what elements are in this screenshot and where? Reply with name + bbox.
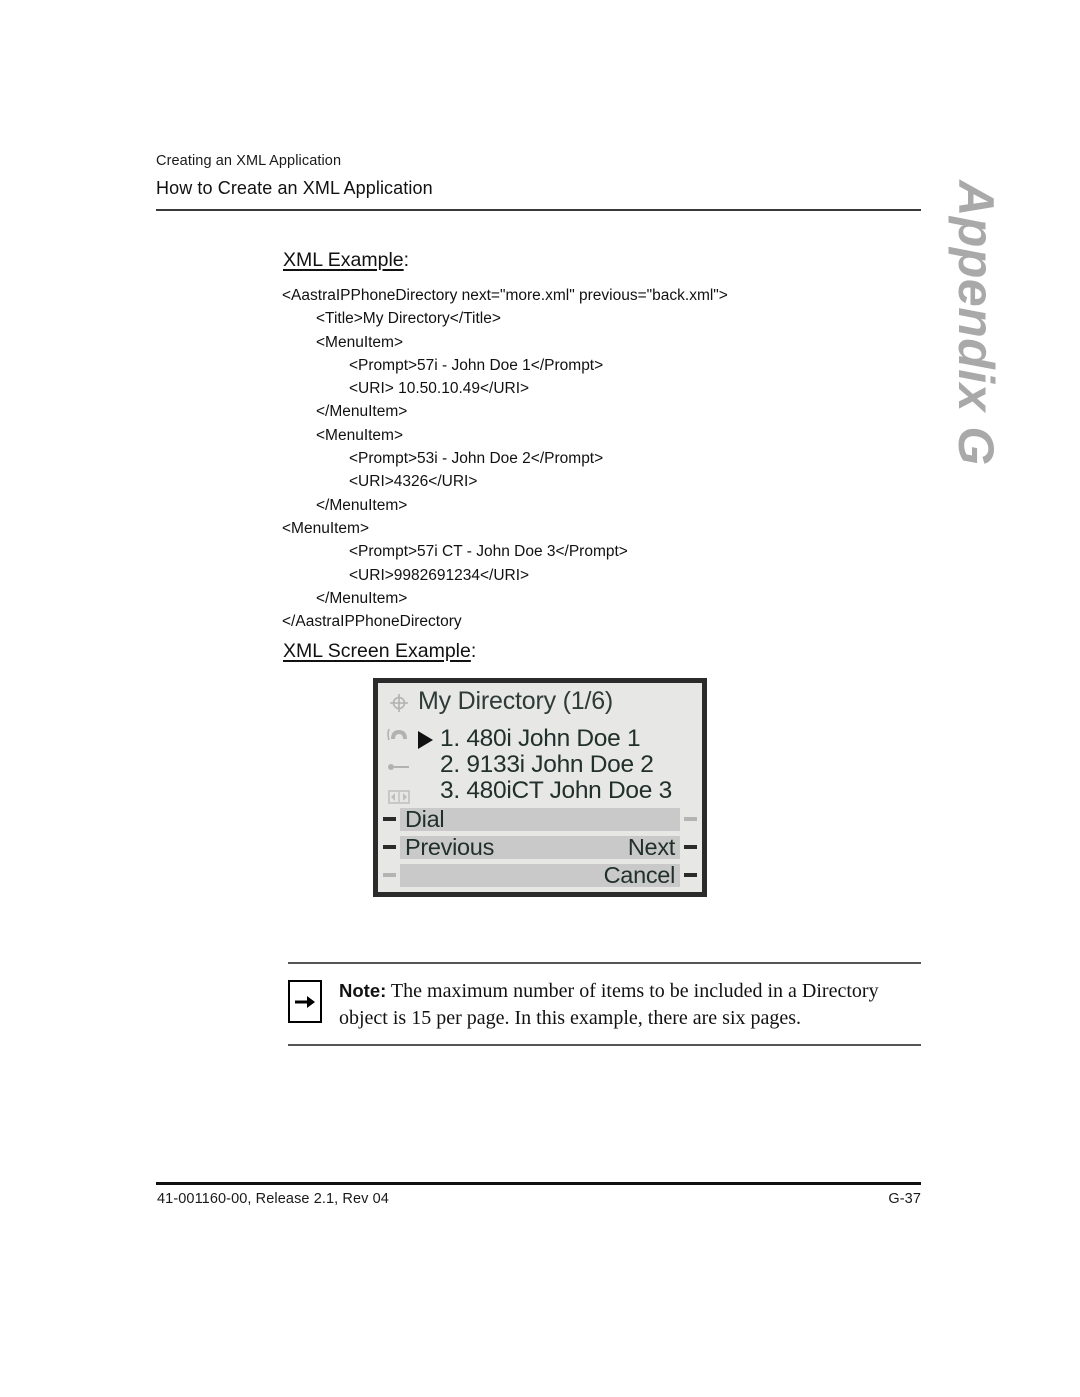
- header-divider: [156, 209, 921, 211]
- softkey-left-marker: [383, 845, 396, 849]
- phone-softkey-group: Dial Previous Next Cancel: [378, 806, 702, 890]
- line-key-icon: [387, 757, 411, 777]
- phone-list-item[interactable]: 1. 480i John Doe 1: [418, 726, 708, 752]
- xml-code-line: <MenuItem>: [282, 519, 370, 537]
- phone-softkey-row: Dial: [378, 806, 702, 833]
- footer-divider: [156, 1182, 921, 1185]
- softkey-right-marker: [684, 845, 697, 849]
- phone-list-item[interactable]: 2. 9133i John Doe 2: [418, 752, 708, 778]
- network-icon: [387, 693, 411, 713]
- xml-screen-example-heading-text: XML Screen Example: [283, 640, 471, 662]
- xml-code-line: <Title>My Directory</Title>: [316, 310, 501, 328]
- softkey-label-left[interactable]: Previous: [405, 834, 494, 860]
- xml-code-line: </MenuItem>: [316, 496, 408, 514]
- note-label: Note:: [339, 980, 387, 1001]
- selection-arrow-icon: [418, 731, 433, 749]
- softkey-left-marker: [383, 873, 396, 877]
- phone-list-item-label: 1. 480i John Doe 1: [440, 725, 641, 752]
- xml-code-line: </MenuItem>: [316, 403, 408, 421]
- xml-code-line: <URI> 10.50.10.49</URI>: [349, 380, 530, 398]
- xml-code-line: <URI>4326</URI>: [349, 473, 478, 491]
- phone-display-area: My Directory (1/6) 1. 480i John Doe 1 2. …: [378, 683, 702, 892]
- softkey-label-right[interactable]: Cancel: [604, 862, 676, 888]
- softkey-right-marker: [684, 817, 697, 821]
- xml-code-line: <MenuItem>: [316, 333, 404, 351]
- xml-code-listing: <AastraIPPhoneDirectory next="more.xml" …: [282, 284, 902, 633]
- footer-document-id: 41-001160-00, Release 2.1, Rev 04: [157, 1191, 389, 1207]
- xml-code-line: <MenuItem>: [316, 426, 404, 444]
- document-page: Creating an XML Application How to Creat…: [0, 0, 1080, 1397]
- note-body: The maximum number of items to be includ…: [339, 980, 879, 1029]
- page-header: Creating an XML Application How to Creat…: [156, 152, 920, 200]
- xml-code-line: <URI>9982691234</URI>: [349, 566, 530, 584]
- note-block: Note: The maximum number of items to be …: [288, 977, 921, 1032]
- xml-screen-example-heading: XML Screen Example:: [283, 640, 476, 663]
- header-chapter-label: Creating an XML Application: [156, 153, 342, 169]
- phone-directory-list: 1. 480i John Doe 1 2. 9133i John Doe 2 3. …: [418, 726, 708, 804]
- xml-code-line: <Prompt>57i - John Doe 1</Prompt>: [349, 356, 604, 374]
- phone-softkey-row: Cancel: [378, 862, 702, 889]
- note-divider-top: [288, 962, 921, 964]
- header-section-title: How to Create an XML Application: [156, 178, 433, 198]
- xml-example-heading: XML Example:: [283, 249, 409, 272]
- phone-display-mockup: My Directory (1/6) 1. 480i John Doe 1 2. …: [373, 678, 707, 897]
- navigation-icon: [387, 787, 411, 807]
- footer-page-number: G-37: [888, 1191, 921, 1207]
- xml-screen-example-heading-colon: :: [470, 640, 477, 662]
- note-divider-bottom: [288, 1044, 921, 1046]
- handset-icon: [387, 725, 411, 745]
- softkey-left-marker: [383, 817, 396, 821]
- phone-softkey-row: Previous Next: [378, 834, 702, 861]
- note-text: Note: The maximum number of items to be …: [339, 977, 899, 1032]
- xml-code-line: <AastraIPPhoneDirectory next="more.xml" …: [282, 287, 728, 304]
- xml-code-line: <Prompt>57i CT - John Doe 3</Prompt>: [349, 543, 628, 561]
- phone-list-item-label: 3. 480iCT John Doe 3: [440, 777, 672, 804]
- softkey-label-right[interactable]: Next: [628, 834, 675, 860]
- xml-example-heading-colon: :: [403, 249, 410, 271]
- right-arrow-icon: [288, 980, 322, 1023]
- phone-list-item-label: 2. 9133i John Doe 2: [440, 751, 654, 778]
- softkey-label-left[interactable]: Dial: [405, 806, 445, 832]
- phone-list-item[interactable]: 3. 480iCT John Doe 3: [418, 778, 708, 804]
- phone-feature-icon-column: [383, 691, 417, 821]
- xml-code-line: </AastraIPPhoneDirectory: [282, 613, 462, 631]
- xml-code-line: <Prompt>53i - John Doe 2</Prompt>: [349, 450, 604, 468]
- softkey-right-marker: [684, 873, 697, 877]
- xml-example-heading-text: XML Example: [283, 249, 404, 271]
- xml-code-line: </MenuItem>: [316, 589, 408, 607]
- appendix-tab-label: Appendix G: [948, 180, 1004, 466]
- phone-screen-title: My Directory (1/6): [418, 687, 614, 715]
